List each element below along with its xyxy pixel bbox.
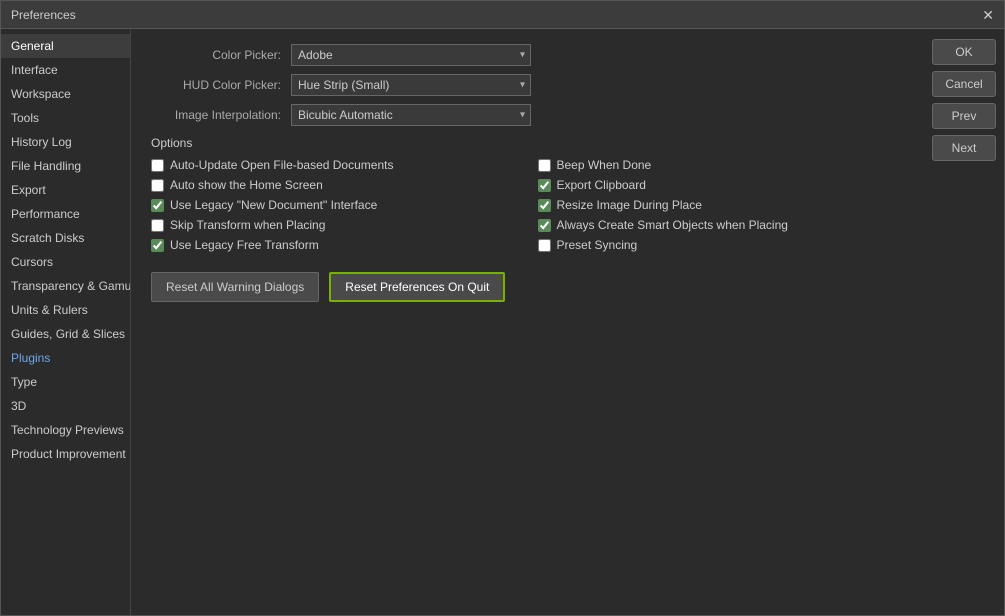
checkbox-legacy-new-doc-input[interactable]: [151, 199, 164, 212]
checkbox-resize-image: Resize Image During Place: [538, 198, 905, 212]
sidebar-item-workspace[interactable]: Workspace: [1, 82, 130, 106]
checkbox-skip-transform-input[interactable]: [151, 219, 164, 232]
reset-preferences-button[interactable]: Reset Preferences On Quit: [329, 272, 505, 302]
sidebar-item-3d[interactable]: 3D: [1, 394, 130, 418]
sidebar-item-cursors[interactable]: Cursors: [1, 250, 130, 274]
next-button[interactable]: Next: [932, 135, 996, 161]
checkbox-legacy-new-doc: Use Legacy "New Document" Interface: [151, 198, 518, 212]
content-area: Color Picker: AdobeWindows HUD Color Pic…: [131, 29, 924, 615]
color-picker-label: Color Picker:: [151, 48, 291, 62]
color-picker-row: Color Picker: AdobeWindows: [151, 44, 904, 66]
sidebar-item-units-rulers[interactable]: Units & Rulers: [1, 298, 130, 322]
sidebar-item-product-improvement[interactable]: Product Improvement: [1, 442, 130, 466]
sidebar-item-tools[interactable]: Tools: [1, 106, 130, 130]
options-grid: Auto-Update Open File-based Documents Be…: [151, 158, 904, 252]
checkbox-export-clipboard-label: Export Clipboard: [557, 178, 646, 192]
options-section: Options Auto-Update Open File-based Docu…: [151, 136, 904, 252]
checkbox-preset-syncing-label: Preset Syncing: [557, 238, 638, 252]
checkbox-preset-syncing-input[interactable]: [538, 239, 551, 252]
image-interpolation-label: Image Interpolation:: [151, 108, 291, 122]
checkbox-legacy-free-transform-label: Use Legacy Free Transform: [170, 238, 319, 252]
image-interpolation-row: Image Interpolation: Bicubic AutomaticNe…: [151, 104, 904, 126]
checkbox-auto-update: Auto-Update Open File-based Documents: [151, 158, 518, 172]
checkbox-skip-transform: Skip Transform when Placing: [151, 218, 518, 232]
window-title: Preferences: [11, 8, 76, 22]
image-interpolation-select-wrapper: Bicubic AutomaticNearest NeighborBilinea…: [291, 104, 531, 126]
sidebar-item-general[interactable]: General: [1, 34, 130, 58]
sidebar-item-transparency-gamut[interactable]: Transparency & Gamut: [1, 274, 130, 298]
hud-color-picker-select-wrapper: Hue Strip (Small)Hue Strip (Medium)Hue S…: [291, 74, 531, 96]
sidebar-item-history-log[interactable]: History Log: [1, 130, 130, 154]
checkbox-auto-home-input[interactable]: [151, 179, 164, 192]
checkbox-beep-label: Beep When Done: [557, 158, 652, 172]
sidebar-item-interface[interactable]: Interface: [1, 58, 130, 82]
checkbox-beep-input[interactable]: [538, 159, 551, 172]
sidebar-item-scratch-disks[interactable]: Scratch Disks: [1, 226, 130, 250]
sidebar-item-export[interactable]: Export: [1, 178, 130, 202]
checkbox-legacy-new-doc-label: Use Legacy "New Document" Interface: [170, 198, 377, 212]
sidebar-item-guides-grid-slices[interactable]: Guides, Grid & Slices: [1, 322, 130, 346]
checkbox-skip-transform-label: Skip Transform when Placing: [170, 218, 325, 232]
checkbox-resize-image-label: Resize Image During Place: [557, 198, 702, 212]
checkbox-auto-home-label: Auto show the Home Screen: [170, 178, 323, 192]
checkbox-preset-syncing: Preset Syncing: [538, 238, 905, 252]
sidebar-item-technology-previews[interactable]: Technology Previews: [1, 418, 130, 442]
checkbox-auto-update-label: Auto-Update Open File-based Documents: [170, 158, 393, 172]
sidebar-item-file-handling[interactable]: File Handling: [1, 154, 130, 178]
checkbox-auto-home: Auto show the Home Screen: [151, 178, 518, 192]
hud-color-picker-label: HUD Color Picker:: [151, 78, 291, 92]
title-bar: Preferences ✕: [1, 1, 1004, 29]
checkbox-export-clipboard-input[interactable]: [538, 179, 551, 192]
preferences-window: Preferences ✕ GeneralInterfaceWorkspaceT…: [0, 0, 1005, 616]
checkbox-always-smart: Always Create Smart Objects when Placing: [538, 218, 905, 232]
color-picker-select[interactable]: AdobeWindows: [291, 44, 531, 66]
checkbox-export-clipboard: Export Clipboard: [538, 178, 905, 192]
ok-button[interactable]: OK: [932, 39, 996, 65]
right-panel: OK Cancel Prev Next: [924, 29, 1004, 615]
main-content: GeneralInterfaceWorkspaceToolsHistory Lo…: [1, 29, 1004, 615]
reset-warnings-button[interactable]: Reset All Warning Dialogs: [151, 272, 319, 302]
sidebar-item-type[interactable]: Type: [1, 370, 130, 394]
checkbox-resize-image-input[interactable]: [538, 199, 551, 212]
close-button[interactable]: ✕: [982, 8, 994, 22]
hud-color-picker-row: HUD Color Picker: Hue Strip (Small)Hue S…: [151, 74, 904, 96]
checkbox-always-smart-label: Always Create Smart Objects when Placing: [557, 218, 788, 232]
hud-color-picker-select[interactable]: Hue Strip (Small)Hue Strip (Medium)Hue S…: [291, 74, 531, 96]
checkbox-beep: Beep When Done: [538, 158, 905, 172]
sidebar-item-performance[interactable]: Performance: [1, 202, 130, 226]
options-label: Options: [151, 136, 904, 150]
image-interpolation-select[interactable]: Bicubic AutomaticNearest NeighborBilinea…: [291, 104, 531, 126]
checkbox-always-smart-input[interactable]: [538, 219, 551, 232]
sidebar-item-plugins[interactable]: Plugins: [1, 346, 130, 370]
cancel-button[interactable]: Cancel: [932, 71, 996, 97]
color-picker-select-wrapper: AdobeWindows: [291, 44, 531, 66]
prev-button[interactable]: Prev: [932, 103, 996, 129]
checkbox-legacy-free-transform: Use Legacy Free Transform: [151, 238, 518, 252]
sidebar: GeneralInterfaceWorkspaceToolsHistory Lo…: [1, 29, 131, 615]
action-buttons-row: Reset All Warning Dialogs Reset Preferen…: [151, 272, 904, 302]
checkbox-legacy-free-transform-input[interactable]: [151, 239, 164, 252]
checkbox-auto-update-input[interactable]: [151, 159, 164, 172]
